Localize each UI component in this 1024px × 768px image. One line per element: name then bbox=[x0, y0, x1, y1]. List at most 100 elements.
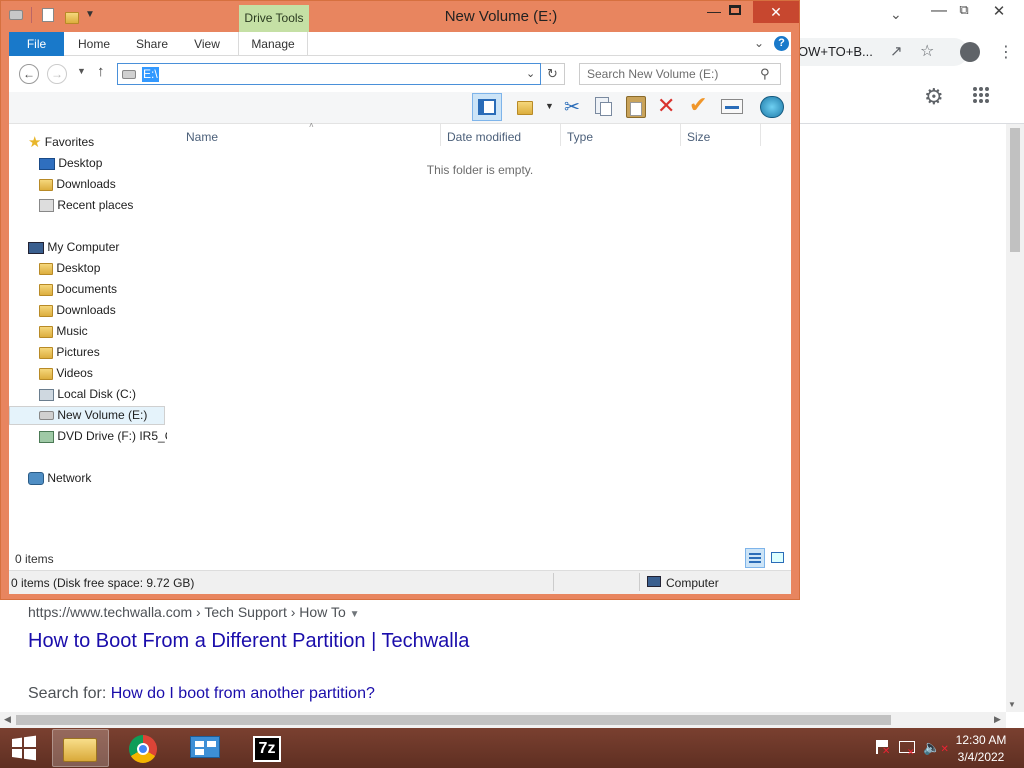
nav-desktop[interactable]: Desktop bbox=[39, 258, 100, 279]
drive-icon[interactable] bbox=[9, 10, 23, 20]
result-breadcrumb[interactable]: https://www.techwalla.com › Tech Support… bbox=[28, 604, 360, 620]
settings-gear-icon[interactable]: ⚙ bbox=[924, 84, 944, 110]
volume-muted-icon[interactable]: 🔈✕ bbox=[923, 739, 949, 756]
refresh-button[interactable]: ↻ bbox=[541, 63, 565, 85]
nav-documents[interactable]: Documents bbox=[39, 279, 117, 300]
profile-avatar-icon[interactable] bbox=[960, 42, 980, 62]
search-placeholder: Search New Volume (E:) bbox=[587, 67, 719, 81]
back-button[interactable]: ← bbox=[19, 64, 39, 84]
nav-favorites[interactable]: ★ Favorites bbox=[28, 132, 94, 153]
properties-button-icon[interactable] bbox=[721, 99, 743, 114]
new-folder-icon[interactable] bbox=[65, 9, 79, 27]
nav-local-disk-c[interactable]: Local Disk (C:) bbox=[39, 384, 136, 405]
dvd-drive-icon bbox=[39, 430, 54, 443]
search-for-link[interactable]: How do I boot from another partition? bbox=[111, 685, 375, 702]
tab-view[interactable]: View bbox=[185, 32, 229, 56]
quick-access-dropdown-icon[interactable]: ▼ bbox=[85, 9, 95, 20]
bookmark-star-icon[interactable]: ☆ bbox=[920, 41, 934, 61]
drive-tools-context-tab[interactable]: Drive Tools bbox=[239, 5, 309, 32]
restore-icon[interactable]: ⧉ bbox=[955, 2, 973, 20]
close-button[interactable]: ✕ bbox=[753, 1, 799, 23]
tab-share[interactable]: Share bbox=[129, 32, 175, 56]
nav-videos[interactable]: Videos bbox=[39, 363, 93, 384]
clock-date: 3/4/2022 bbox=[957, 750, 1005, 764]
cut-icon[interactable]: ✂ bbox=[564, 96, 580, 119]
forward-button[interactable]: → bbox=[47, 64, 67, 84]
title-bar[interactable]: ▼ Drive Tools New Volume (E:) — ✕ bbox=[1, 1, 799, 32]
local-disk-icon bbox=[39, 388, 54, 401]
properties-icon[interactable] bbox=[42, 8, 54, 22]
nav-favorites-downloads[interactable]: Downloads bbox=[39, 174, 116, 195]
action-center-flag-icon[interactable]: ✕ bbox=[874, 740, 890, 757]
nav-music[interactable]: Music bbox=[39, 321, 88, 342]
h-scroll-thumb[interactable] bbox=[16, 715, 891, 725]
address-dropdown-icon[interactable]: ⌄ bbox=[526, 67, 535, 80]
taskbar-file-explorer[interactable] bbox=[52, 729, 109, 767]
vertical-scrollbar[interactable] bbox=[1006, 124, 1024, 712]
file-list: ˄ Name Date modified Type Size This fold… bbox=[167, 121, 791, 546]
nav-my-computer[interactable]: My Computer bbox=[28, 237, 119, 258]
network-icon bbox=[28, 472, 44, 486]
taskbar-7zip[interactable]: 7z bbox=[239, 729, 296, 767]
nav-favorites-desktop[interactable]: Desktop bbox=[39, 153, 102, 174]
item-count: 0 items bbox=[15, 552, 54, 566]
nav-downloads[interactable]: Downloads bbox=[39, 300, 116, 321]
url-text[interactable]: OW+TO+B... bbox=[798, 44, 873, 59]
taskbar-chrome[interactable] bbox=[115, 729, 172, 767]
large-icons-view-button[interactable] bbox=[771, 552, 784, 563]
computer-status-icon bbox=[647, 576, 661, 587]
recent-locations-dropdown-icon[interactable]: ▼ bbox=[77, 66, 86, 76]
copy-icon[interactable] bbox=[595, 97, 612, 116]
scroll-right-arrow[interactable]: ▶ bbox=[994, 714, 1001, 725]
column-name[interactable]: Name bbox=[186, 128, 218, 146]
nav-dvd-drive-f[interactable]: DVD Drive (F:) IR5_C bbox=[39, 426, 167, 447]
recent-places-icon bbox=[39, 199, 54, 213]
maximize-button[interactable] bbox=[729, 5, 741, 15]
folder-options-icon[interactable] bbox=[517, 99, 533, 117]
folder-options-dropdown-icon[interactable]: ▼ bbox=[545, 101, 554, 111]
ribbon-expand-icon[interactable]: ⌄ bbox=[754, 36, 764, 50]
search-box[interactable]: Search New Volume (E:) ⚲ bbox=[579, 63, 781, 85]
preview-pane-button[interactable] bbox=[472, 93, 502, 121]
up-button[interactable]: ↑ bbox=[97, 63, 105, 80]
paste-icon[interactable] bbox=[626, 96, 646, 118]
address-input[interactable]: E:\ bbox=[142, 67, 159, 82]
column-date-modified[interactable]: Date modified bbox=[447, 128, 521, 146]
tab-file[interactable]: File bbox=[9, 32, 64, 56]
apps-grid-icon[interactable] bbox=[972, 86, 990, 104]
rename-checkmark-icon[interactable]: ✔ bbox=[689, 92, 707, 118]
taskbar-control-panel[interactable] bbox=[177, 729, 234, 767]
nav-new-volume-e[interactable]: New Volume (E:) bbox=[39, 405, 147, 426]
delete-icon[interactable]: ✕ bbox=[657, 93, 675, 119]
tab-manage[interactable]: Manage bbox=[238, 32, 308, 56]
network-globe-icon[interactable] bbox=[760, 96, 784, 118]
status-bar: 0 items (Disk free space: 9.72 GB) Compu… bbox=[9, 570, 791, 594]
tab-dropdown-icon[interactable]: ⌄ bbox=[890, 6, 902, 23]
search-icon[interactable]: ⚲ bbox=[760, 66, 770, 82]
horizontal-scrollbar[interactable]: ◀ ▶ bbox=[0, 712, 1006, 728]
column-type[interactable]: Type bbox=[567, 128, 593, 146]
empty-folder-message: This folder is empty. bbox=[426, 163, 534, 177]
nav-network[interactable]: Network bbox=[28, 468, 91, 489]
menu-kebab-icon[interactable]: ⋮ bbox=[998, 42, 1014, 62]
network-tray-icon[interactable]: ✕ bbox=[899, 741, 915, 757]
tab-home[interactable]: Home bbox=[71, 32, 117, 56]
clock[interactable]: 12:30 AM 3/4/2022 bbox=[950, 733, 1012, 764]
nav-recent-places[interactable]: Recent places bbox=[39, 195, 133, 216]
scroll-down-arrow[interactable]: ▼ bbox=[1008, 700, 1016, 709]
details-view-button[interactable] bbox=[745, 548, 765, 568]
scroll-left-arrow[interactable]: ◀ bbox=[4, 714, 11, 725]
scroll-thumb[interactable] bbox=[1010, 128, 1020, 252]
nav-pictures[interactable]: Pictures bbox=[39, 342, 100, 363]
address-bar[interactable]: E:\ ⌄ bbox=[117, 63, 541, 85]
share-icon[interactable]: ↗ bbox=[890, 42, 903, 60]
start-button[interactable] bbox=[0, 728, 48, 768]
help-icon[interactable]: ? bbox=[774, 36, 789, 51]
minimize-icon[interactable]: — bbox=[930, 2, 948, 20]
column-size[interactable]: Size bbox=[687, 128, 710, 146]
favorites-star-icon: ★ bbox=[28, 134, 42, 152]
result-title-link[interactable]: How to Boot From a Different Partition |… bbox=[28, 630, 469, 653]
browser-window-top: ⌄ — ⧉ ✕ OW+TO+B... ↗ ☆ ⋮ ⚙ bbox=[798, 0, 1024, 124]
minimize-button[interactable]: — bbox=[707, 3, 721, 19]
close-icon[interactable]: ✕ bbox=[990, 2, 1008, 20]
